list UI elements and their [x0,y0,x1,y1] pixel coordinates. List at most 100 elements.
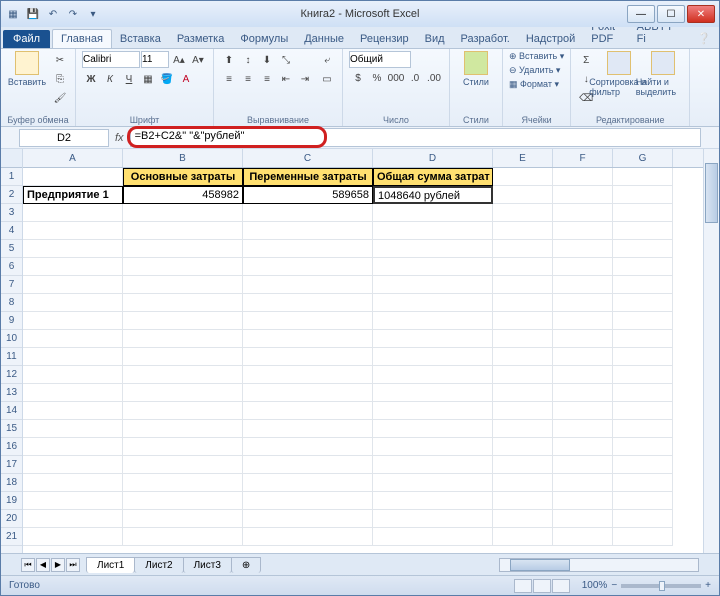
cell-empty[interactable] [123,204,243,222]
fill-color-icon[interactable]: 🪣 [158,70,176,88]
cell-empty[interactable] [243,492,373,510]
cell-empty[interactable] [243,456,373,474]
cell-empty[interactable] [23,258,123,276]
tab-view[interactable]: Вид [417,30,453,48]
cell-empty[interactable] [553,348,613,366]
cell-empty[interactable] [123,510,243,528]
cell-empty[interactable] [613,420,673,438]
sheet-nav-prev-icon[interactable]: ◀ [36,558,50,572]
cell-empty[interactable] [493,492,553,510]
col-header-c[interactable]: C [243,149,373,167]
cell-empty[interactable] [373,474,493,492]
comma-icon[interactable]: 000 [387,69,405,87]
cell-empty[interactable] [123,294,243,312]
currency-icon[interactable]: $ [349,69,367,87]
col-header-b[interactable]: B [123,149,243,167]
cell-empty[interactable] [493,276,553,294]
minimize-ribbon-icon[interactable]: ㅤ [681,32,691,48]
cell-empty[interactable] [493,294,553,312]
cell-empty[interactable] [613,366,673,384]
row-header-14[interactable]: 14 [1,402,22,420]
new-sheet-button[interactable]: ⊕ [231,557,261,573]
orientation-icon[interactable]: ⤡ [277,51,295,69]
cell-empty[interactable] [493,510,553,528]
styles-button[interactable]: Стили [456,51,496,87]
cell-empty[interactable] [23,492,123,510]
cell-empty[interactable] [23,384,123,402]
cell-g2[interactable] [613,186,673,204]
cell-empty[interactable] [23,222,123,240]
cell-c1[interactable]: Переменные затраты [243,168,373,186]
cell-empty[interactable] [553,312,613,330]
cell-empty[interactable] [493,438,553,456]
cell-empty[interactable] [123,420,243,438]
row-header-5[interactable]: 5 [1,240,22,258]
col-header-f[interactable]: F [553,149,613,167]
shrink-font-icon[interactable]: A▾ [189,51,207,69]
cell-empty[interactable] [553,420,613,438]
cell-empty[interactable] [613,276,673,294]
row-header-13[interactable]: 13 [1,384,22,402]
tab-developer[interactable]: Разработ. [453,30,518,48]
cell-empty[interactable] [553,528,613,546]
file-tab[interactable]: Файл [3,30,50,48]
cell-b1[interactable]: Основные затраты [123,168,243,186]
cell-empty[interactable] [613,456,673,474]
increase-decimal-icon[interactable]: .0 [406,69,424,87]
cell-empty[interactable] [243,438,373,456]
row-header-4[interactable]: 4 [1,222,22,240]
cell-e1[interactable] [493,168,553,186]
cell-empty[interactable] [23,330,123,348]
cell-e2[interactable] [493,186,553,204]
find-select-button[interactable]: Найти и выделить [643,51,683,97]
insert-cells-button[interactable]: ⊕ Вставить ▾ [509,51,564,62]
cell-empty[interactable] [123,492,243,510]
row-header-3[interactable]: 3 [1,204,22,222]
tab-review[interactable]: Рецензир [352,30,417,48]
redo-icon[interactable]: ↷ [65,6,81,22]
cell-empty[interactable] [613,204,673,222]
cell-empty[interactable] [613,402,673,420]
cell-empty[interactable] [373,222,493,240]
cell-empty[interactable] [373,258,493,276]
cell-empty[interactable] [123,438,243,456]
cell-empty[interactable] [553,366,613,384]
row-header-12[interactable]: 12 [1,366,22,384]
delete-cells-button[interactable]: ⊖ Удалить ▾ [509,65,564,76]
formula-bar[interactable]: =B2+C2&" "&"рублей" [130,128,701,147]
cell-empty[interactable] [23,348,123,366]
paste-button[interactable]: Вставить [7,51,47,87]
cell-f1[interactable] [553,168,613,186]
sheet-tab-1[interactable]: Лист1 [86,557,135,573]
cell-empty[interactable] [553,258,613,276]
cell-empty[interactable] [23,276,123,294]
scrollbar-thumb[interactable] [705,163,718,223]
cell-empty[interactable] [613,330,673,348]
row-header-18[interactable]: 18 [1,474,22,492]
cell-empty[interactable] [613,384,673,402]
col-header-a[interactable]: A [23,149,123,167]
cell-empty[interactable] [613,222,673,240]
cell-empty[interactable] [493,222,553,240]
row-header-9[interactable]: 9 [1,312,22,330]
zoom-in-button[interactable]: + [705,580,711,591]
cell-empty[interactable] [123,474,243,492]
cell-empty[interactable] [373,402,493,420]
tab-data[interactable]: Данные [296,30,352,48]
cell-empty[interactable] [243,222,373,240]
cell-empty[interactable] [553,402,613,420]
view-layout-icon[interactable] [533,579,551,593]
row-header-19[interactable]: 19 [1,492,22,510]
fx-icon[interactable]: fx [115,132,124,144]
indent-increase-icon[interactable]: ⇥ [296,70,314,88]
cell-empty[interactable] [553,294,613,312]
font-size-combo[interactable] [141,51,169,68]
cell-empty[interactable] [243,528,373,546]
cell-empty[interactable] [123,528,243,546]
cell-empty[interactable] [493,456,553,474]
copy-icon[interactable]: ⎘ [51,70,69,88]
select-all-corner[interactable] [1,149,22,168]
font-color-icon[interactable]: A [177,70,195,88]
qat-dropdown-icon[interactable]: ▾ [85,6,101,22]
cell-empty[interactable] [373,330,493,348]
